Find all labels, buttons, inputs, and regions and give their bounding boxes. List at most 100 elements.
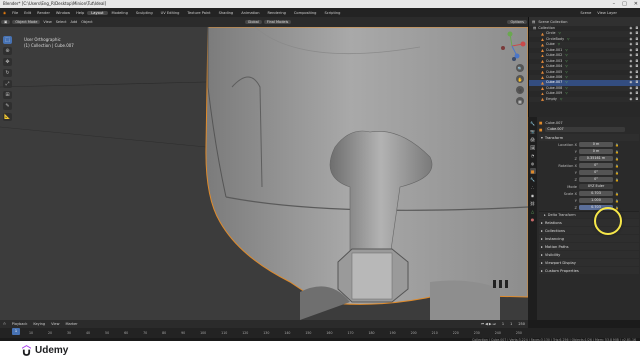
menu-edit[interactable]: Edit: [21, 11, 34, 15]
measure-tool-icon[interactable]: 📐: [3, 113, 12, 121]
scale-y-field[interactable]: 1.000: [579, 198, 613, 203]
view-layer-tab-icon[interactable]: 🖼: [530, 144, 536, 150]
rotation-x-field[interactable]: 0°: [579, 163, 613, 168]
annotate-tool-icon[interactable]: ✎: [3, 102, 12, 110]
view-layer-selector[interactable]: View Layer: [594, 11, 620, 15]
close-icon[interactable]: ✕: [634, 1, 638, 7]
marker-menu[interactable]: Marker: [62, 322, 80, 326]
panel-header-visibility[interactable]: ▸ Visibility: [539, 251, 639, 258]
panel-header-collections[interactable]: ▸ Collections: [539, 227, 639, 234]
workspace-tab-texture-paint[interactable]: Texture Paint: [183, 11, 214, 15]
menu-help[interactable]: Help: [73, 11, 87, 15]
scale-tool-icon[interactable]: ⤢: [3, 80, 12, 88]
mode-dropdown[interactable]: Object Mode: [12, 20, 41, 24]
lock-icon[interactable]: 🔒: [615, 178, 619, 182]
object-menu[interactable]: Object: [79, 20, 94, 24]
playback-controls[interactable]: ⏮ ◀ ▶ ⏭: [478, 322, 499, 326]
mesh-object-icon: [541, 32, 544, 36]
workspace-tab-uv-editing[interactable]: UV Editing: [157, 11, 184, 15]
lock-icon[interactable]: 🔒: [615, 150, 619, 154]
timeline-view-menu[interactable]: View: [48, 322, 62, 326]
timeline-editor-icon[interactable]: ⏱: [0, 322, 9, 326]
camera-icon[interactable]: 🎥: [516, 86, 524, 94]
lock-icon[interactable]: 🔒: [615, 157, 619, 161]
current-frame-field[interactable]: 1: [499, 322, 507, 326]
panel-header-custom-properties[interactable]: ▸ Custom Properties: [539, 267, 639, 274]
menu-window[interactable]: Window: [53, 11, 73, 15]
physics-tab-icon[interactable]: ◉: [530, 192, 536, 198]
scale-x-field[interactable]: 0.703: [579, 191, 613, 196]
scene-selector[interactable]: Scene: [577, 11, 594, 15]
location-z-field[interactable]: 0.35161 m: [579, 156, 613, 161]
panel-header-motion-paths[interactable]: ▸ Motion Paths: [539, 243, 639, 250]
tool-tab-icon[interactable]: 🔧: [530, 120, 536, 126]
lock-icon[interactable]: 🔒: [615, 199, 619, 203]
menu-render[interactable]: Render: [34, 11, 53, 15]
rotation-mode-dropdown[interactable]: XYZ Euler: [579, 184, 613, 189]
eye-icon[interactable]: ◉: [629, 97, 632, 102]
pan-hand-icon[interactable]: ✋: [516, 75, 524, 83]
output-tab-icon[interactable]: 🖨: [530, 136, 536, 142]
material-tab-icon[interactable]: ●: [530, 216, 536, 222]
end-frame-field[interactable]: 250: [515, 322, 528, 326]
rotate-tool-icon[interactable]: ↻: [3, 69, 12, 77]
editor-type-button[interactable]: ▣: [1, 20, 11, 24]
data-tab-icon[interactable]: △: [530, 208, 536, 214]
panel-header-instancing[interactable]: ▸ Instancing: [539, 235, 639, 242]
view-menu[interactable]: View: [41, 20, 53, 24]
zoom-icon[interactable]: 🔍: [516, 64, 524, 72]
blender-logo-icon[interactable]: ◉: [0, 11, 9, 15]
maximize-icon[interactable]: □: [622, 1, 627, 7]
grid-icon[interactable]: ▦: [516, 97, 524, 105]
workspace-tab-animation[interactable]: Animation: [237, 11, 263, 15]
mesh-data-icon[interactable]: ▽: [560, 97, 562, 102]
workspace-tab-shading[interactable]: Shading: [215, 11, 238, 15]
playhead[interactable]: 1: [12, 328, 20, 335]
select-menu[interactable]: Select: [54, 20, 69, 24]
mesh-object-icon: [541, 87, 544, 91]
add-menu[interactable]: Add: [69, 20, 80, 24]
camera-icon[interactable]: ◘: [635, 97, 638, 102]
scene-tab-icon[interactable]: ◔: [530, 152, 536, 158]
panel-header-viewport-display[interactable]: ▸ Viewport Display: [539, 259, 639, 266]
lock-icon[interactable]: 🔒: [615, 192, 619, 196]
world-tab-icon[interactable]: ◍: [530, 160, 536, 166]
outliner-item[interactable]: Empty ▽ ◉ ◘: [529, 96, 640, 103]
rotation-y-field[interactable]: 0°: [579, 170, 613, 175]
object-tab-icon[interactable]: ■: [529, 168, 536, 174]
workspace-tab-modeling[interactable]: Modeling: [108, 11, 132, 15]
workspace-tab-layout[interactable]: Layout: [87, 10, 108, 15]
object-name-field[interactable]: Cube.007: [545, 127, 626, 132]
options-dropdown[interactable]: Options: [507, 20, 527, 24]
keying-menu[interactable]: Keying: [30, 322, 48, 326]
lock-icon[interactable]: 🔒: [615, 171, 619, 175]
workspace-tab-rendering[interactable]: Rendering: [264, 11, 290, 15]
menu-file[interactable]: File: [9, 11, 21, 15]
workspace-tab-sculpting[interactable]: Sculpting: [132, 11, 157, 15]
modifier-tab-icon[interactable]: 🔧: [530, 176, 536, 182]
mesh-object-icon: [541, 59, 544, 63]
start-frame-field[interactable]: 1: [507, 322, 515, 326]
transform-orientation-dropdown[interactable]: Global: [244, 20, 262, 24]
panel-header-relations[interactable]: ▸ Relations: [539, 219, 639, 226]
transform-tool-icon[interactable]: ⊞: [3, 91, 12, 99]
lock-icon[interactable]: 🔒: [615, 143, 619, 147]
location-x-field[interactable]: 0 m: [579, 142, 613, 147]
render-tab-icon[interactable]: 📷: [530, 128, 536, 134]
panel-header-delta-transform[interactable]: ▸ Delta Transform: [539, 211, 639, 218]
workspace-tab-compositing[interactable]: Compositing: [290, 11, 321, 15]
lock-icon[interactable]: 🔒: [615, 164, 619, 168]
workspace-tab-scripting[interactable]: Scripting: [320, 11, 344, 15]
location-y-field[interactable]: 0 m: [579, 149, 613, 154]
constraints-tab-icon[interactable]: ⛓: [530, 200, 536, 206]
rotation-z-field[interactable]: 0°: [579, 177, 613, 182]
transform-panel-header[interactable]: ▾ Transform: [539, 134, 639, 141]
move-tool-icon[interactable]: ✥: [3, 58, 12, 66]
snap-dropdown[interactable]: Final Models: [263, 20, 292, 24]
minimize-icon[interactable]: –: [613, 1, 616, 7]
playback-menu[interactable]: Playback: [9, 322, 31, 326]
particles-tab-icon[interactable]: ∴: [530, 184, 536, 190]
3d-viewport[interactable]: [0, 27, 528, 320]
cursor-tool-icon[interactable]: ⊕: [3, 47, 12, 55]
select-box-tool-icon[interactable]: ⬚: [3, 36, 12, 44]
